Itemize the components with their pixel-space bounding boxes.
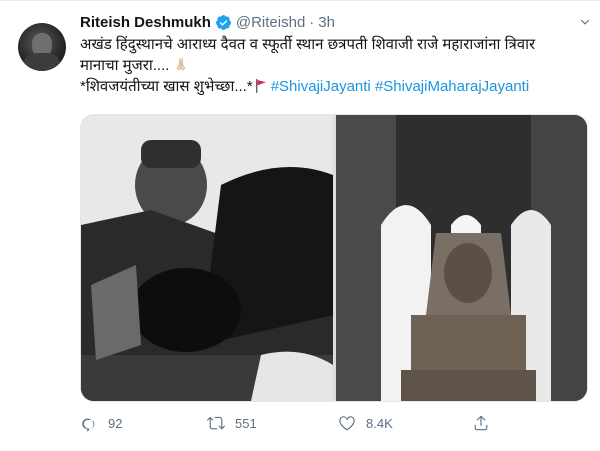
share-icon <box>474 415 488 431</box>
avatar[interactable] <box>18 23 66 71</box>
tweet-text-line: अखंड हिंदुस्थानचे आराध्य दैवत व स्फूर्ती… <box>80 36 536 53</box>
folded-hands-icon <box>177 57 186 71</box>
hashtag-link-2[interactable]: #ShivajiMaharajJayanti <box>375 78 529 95</box>
retweet-button[interactable]: 551 <box>207 409 257 437</box>
media-photo-left[interactable] <box>81 115 333 401</box>
like-count: 8.4K <box>366 415 393 431</box>
share-button[interactable] <box>472 409 500 437</box>
retweet-count: 551 <box>235 415 257 431</box>
timestamp[interactable]: 3h <box>318 14 335 31</box>
red-flag-icon <box>255 79 266 93</box>
tweet-media[interactable] <box>80 114 588 402</box>
author-name[interactable]: Riteish Deshmukh <box>80 14 211 31</box>
media-photo-right[interactable] <box>336 115 587 401</box>
reply-count: 92 <box>108 415 123 431</box>
memorial-photo <box>336 115 587 401</box>
tweet-actions: 92 551 8.4K <box>80 409 586 437</box>
tweet-text-line-2: मानाचा मुजरा.... <box>80 55 585 76</box>
verified-badge-icon <box>215 14 231 30</box>
retweet-icon <box>207 416 225 430</box>
tweet-text-segment: मानाचा मुजरा.... <box>80 57 170 74</box>
tweet-text: अखंड हिंदुस्थानचे आराध्य दैवत व स्फूर्ती… <box>80 34 585 97</box>
tweet-header: Riteish Deshmukh @Riteishd · 3h <box>80 11 335 33</box>
reply-button[interactable]: 92 <box>80 409 122 437</box>
statue-photo <box>81 115 333 401</box>
author-handle[interactable]: @Riteishd <box>236 14 305 31</box>
like-button[interactable]: 8.4K <box>338 409 393 437</box>
tweet-text-line-3: *शिवजयंतीच्या खास शुभेच्छा...* #ShivajiJ… <box>80 76 585 97</box>
tweet-text-segment: *शिवजयंतीच्या खास शुभेच्छा...* <box>80 78 253 95</box>
hashtag-link[interactable]: #ShivajiJayanti <box>271 78 371 95</box>
tweet[interactable]: Riteish Deshmukh @Riteishd · 3h अखंड हिं… <box>0 0 600 451</box>
chevron-down-icon[interactable] <box>578 15 592 29</box>
reply-icon <box>82 418 95 432</box>
separator-dot: · <box>309 13 315 31</box>
heart-icon <box>339 416 355 431</box>
avatar-body <box>24 53 60 71</box>
